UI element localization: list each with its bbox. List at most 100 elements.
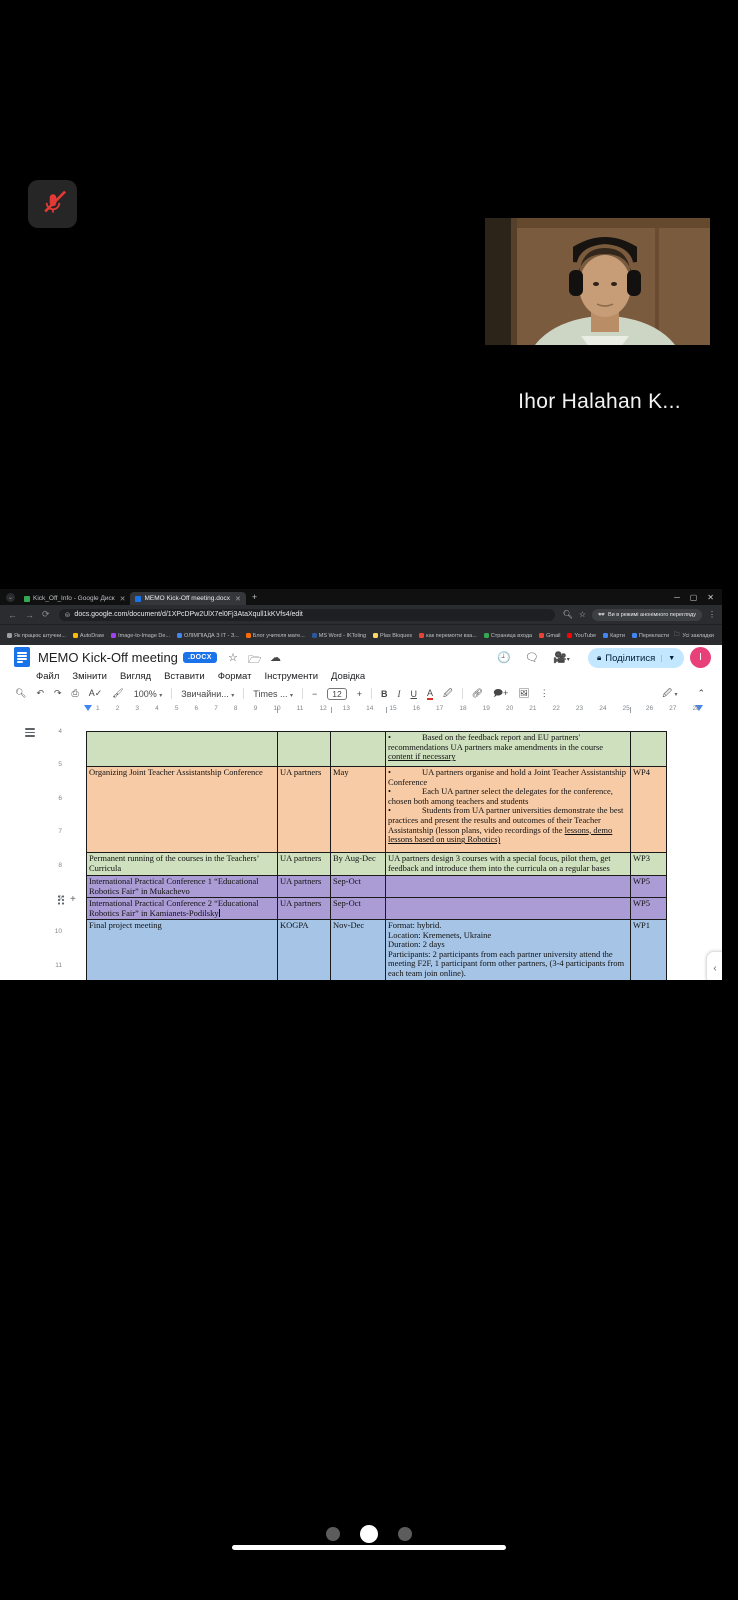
cell-responsible[interactable]: UA partners [278, 898, 331, 919]
bookmark-star-icon[interactable]: ☆ [579, 610, 586, 619]
close-button[interactable]: ✕ [707, 593, 714, 602]
collapse-toolbar-icon[interactable]: ⌃ [697, 688, 705, 699]
version-history-icon[interactable]: 🕘 [497, 651, 511, 664]
cell-responsible[interactable]: UA partners [278, 767, 331, 852]
browser-tab[interactable]: Kick_Off_Info - Google Диск✕ [19, 592, 130, 605]
cell-details[interactable]: UA partners design 3 courses with a spec… [386, 853, 631, 875]
close-tab-icon[interactable]: ✕ [120, 595, 126, 603]
italic-button[interactable]: I [397, 689, 400, 699]
menu-змінити[interactable]: Змінити [72, 671, 107, 684]
all-bookmarks-button[interactable]: 🗀 Усі закладки [674, 631, 714, 640]
cell-details[interactable] [386, 876, 631, 897]
bookmark-item[interactable]: как перемогти вза... [419, 633, 477, 639]
cell-details[interactable]: •UA partners organise and hold a Joint T… [386, 767, 631, 852]
font-size-input[interactable]: 12 [327, 688, 346, 700]
cell-wp[interactable]: WP1 [631, 920, 666, 980]
collapse-panel-button[interactable]: ‹ [706, 951, 722, 980]
browser-tab[interactable]: MEMO Kick-Off meeting.docx✕ [130, 592, 245, 605]
cell-activity[interactable]: Final project meeting [87, 920, 278, 980]
cell-timing[interactable]: By Aug-Dec [331, 853, 386, 875]
bookmark-item[interactable]: Gmail [539, 633, 560, 639]
cell-timing[interactable]: Nov-Dec [331, 920, 386, 980]
back-icon[interactable]: ← [8, 610, 17, 620]
font-size-decrease[interactable]: − [312, 689, 317, 699]
table-row[interactable]: Final project meetingKOGPANov-DecFormat:… [87, 920, 666, 980]
drag-handle-icon[interactable] [57, 895, 65, 905]
cell-responsible[interactable]: KOGPA [278, 920, 331, 980]
cell-activity[interactable]: International Practical Conference 2 “Ed… [87, 898, 278, 919]
user-avatar[interactable]: І [690, 647, 711, 668]
document-canvas[interactable]: 4567891011 + •Based on the feedback repo… [0, 716, 722, 980]
bookmark-item[interactable]: YouTube [567, 633, 596, 639]
forward-icon[interactable]: → [25, 610, 34, 620]
document-outline-icon[interactable] [21, 724, 38, 741]
new-tab-button[interactable]: + [252, 592, 257, 602]
table-row[interactable]: •Based on the feedback report and EU par… [87, 732, 666, 767]
minimize-button[interactable]: ─ [674, 593, 680, 602]
left-indent-marker[interactable] [84, 705, 92, 711]
cell-activity[interactable] [87, 732, 278, 766]
bookmark-item[interactable]: Як працює штучни... [7, 633, 66, 639]
add-comment-icon[interactable]: 🗩+ [493, 686, 508, 702]
table-row[interactable]: Permanent running of the courses in the … [87, 853, 666, 876]
bookmark-item[interactable]: Plas Bloques [373, 633, 412, 639]
cell-timing[interactable] [331, 732, 386, 766]
video-call-icon[interactable]: 🎥▾ [553, 651, 570, 664]
bookmark-item[interactable]: Блог учителя мате... [246, 633, 305, 639]
menu-довідка[interactable]: Довідка [331, 671, 365, 684]
cell-wp[interactable] [631, 732, 666, 766]
cell-details[interactable]: •Based on the feedback report and EU par… [386, 732, 631, 766]
comments-icon[interactable]: 🗨 [525, 651, 539, 664]
page-dot[interactable] [326, 1527, 340, 1541]
print-icon[interactable]: ⎙ [72, 688, 79, 699]
toolbar-more-icon[interactable]: ⋮ [540, 688, 549, 699]
cell-wp[interactable]: WP4 [631, 767, 666, 852]
search-icon[interactable]: 🔍︎ [563, 610, 573, 619]
underline-button[interactable]: U [410, 689, 417, 699]
page-dot-active[interactable] [360, 1525, 378, 1543]
table-row[interactable]: Organizing Joint Teacher Assistantship C… [87, 767, 666, 853]
bookmark-item[interactable]: ОЛІМПІАДА З ІТ - З... [177, 633, 239, 639]
undo-icon[interactable]: ↶ [36, 688, 44, 699]
bookmark-item[interactable]: Image-to-Image De... [111, 633, 170, 639]
cell-activity[interactable]: Organizing Joint Teacher Assistantship C… [87, 767, 278, 852]
insert-image-icon[interactable]: 🖼 [518, 688, 529, 699]
menu-формат[interactable]: Формат [218, 671, 252, 684]
menu-інструменти[interactable]: Інструменти [264, 671, 318, 684]
cell-timing[interactable]: Sep-Oct [331, 898, 386, 919]
site-info-icon[interactable]: ⊜ [65, 611, 71, 619]
bookmark-item[interactable]: Карти [603, 633, 625, 639]
tab-search-icon[interactable]: ⌄ [6, 593, 15, 602]
bookmark-item[interactable]: AutoDraw [73, 633, 104, 639]
spellcheck-icon[interactable]: A✓ [89, 688, 103, 699]
paragraph-style-select[interactable]: Звичайни... ▾ [181, 689, 234, 699]
participant-video-thumbnail[interactable] [485, 218, 710, 345]
text-color-button[interactable]: A [427, 688, 433, 700]
menu-файл[interactable]: Файл [36, 671, 59, 684]
zoom-select[interactable]: 100% ▾ [134, 689, 163, 699]
cell-responsible[interactable]: UA partners [278, 853, 331, 875]
insert-link-icon[interactable]: 🔗︎ [472, 688, 483, 699]
cell-timing[interactable]: May [331, 767, 386, 852]
cell-responsible[interactable]: UA partners [278, 876, 331, 897]
editing-mode-button[interactable]: 🖉 ▾ [662, 686, 677, 702]
paint-format-icon[interactable]: 🖌 [112, 688, 123, 699]
project-activities-table[interactable]: •Based on the feedback report and EU par… [86, 731, 667, 980]
cell-wp[interactable]: WP3 [631, 853, 666, 875]
share-button[interactable]: 🔒︎ Поділитися ▼ [588, 648, 684, 668]
redo-icon[interactable]: ↷ [54, 688, 62, 699]
font-size-increase[interactable]: + [357, 689, 362, 699]
insert-row-icon[interactable]: + [70, 894, 76, 905]
document-title[interactable]: MEMO Kick-Off meeting [38, 650, 178, 665]
table-row[interactable]: International Practical Conference 2 “Ed… [87, 898, 666, 920]
move-folder-icon[interactable]: 🗁 [248, 651, 262, 670]
home-indicator[interactable] [232, 1545, 506, 1550]
cell-details[interactable]: Format: hybrid.Location: Kremenets, Ukra… [386, 920, 631, 980]
mic-muted-indicator[interactable] [28, 180, 77, 228]
font-select[interactable]: Times ... ▾ [253, 689, 293, 699]
bookmark-item[interactable]: Перекласти [632, 633, 669, 639]
cell-wp[interactable]: WP5 [631, 876, 666, 897]
browser-menu-icon[interactable]: ⋮ [708, 610, 716, 619]
cell-timing[interactable]: Sep-Oct [331, 876, 386, 897]
cloud-status-icon[interactable]: ☁ [270, 651, 281, 664]
